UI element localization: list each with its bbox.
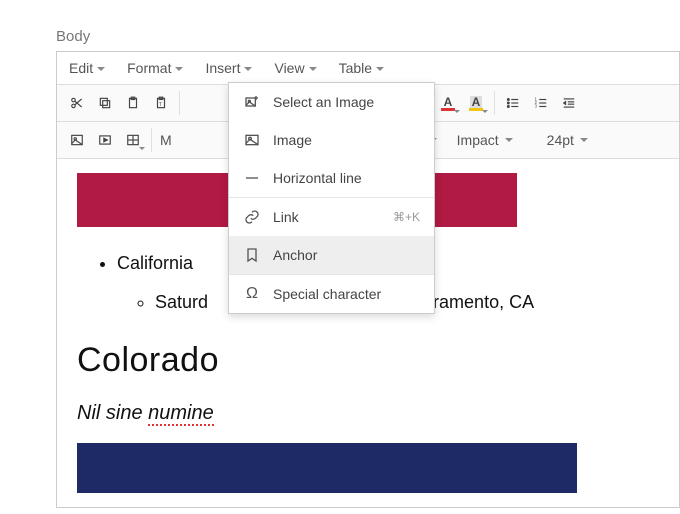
image-button[interactable]: [63, 126, 91, 154]
cut-button[interactable]: [63, 89, 91, 117]
motto-prefix: Nil sine: [77, 402, 148, 424]
list-item-text: California: [117, 253, 193, 273]
paste-text-button[interactable]: T: [147, 89, 175, 117]
menu-format-label: Format: [127, 60, 171, 76]
menu-view[interactable]: View: [262, 52, 326, 84]
clipboard-icon: [126, 96, 140, 110]
menu-insert[interactable]: Insert: [193, 52, 262, 84]
insert-dropdown: Select an Image Image Horizontal line Li…: [228, 82, 435, 314]
dd-special-char[interactable]: Ω Special character: [229, 275, 434, 313]
bullet-list-button[interactable]: [499, 89, 527, 117]
media-icon: [98, 133, 112, 147]
scissors-icon: [70, 96, 84, 110]
dd-label: Select an Image: [273, 94, 374, 110]
menu-view-label: View: [274, 60, 304, 76]
caret-down-icon: [309, 67, 317, 71]
font-family-label: Impact: [457, 132, 499, 148]
dd-shortcut: ⌘+K: [393, 210, 420, 224]
menu-format[interactable]: Format: [115, 52, 193, 84]
menubar: Edit Format Insert View Table: [57, 52, 679, 85]
motto-text[interactable]: Nil sine numine: [77, 397, 659, 429]
copy-button[interactable]: [91, 89, 119, 117]
number-list-icon: 123: [534, 96, 548, 110]
caret-down-icon: [244, 67, 252, 71]
m-label: M: [160, 132, 172, 148]
omega-icon: Ω: [243, 285, 261, 303]
list-item-text: Saturd: [155, 292, 208, 312]
dd-anchor[interactable]: Anchor: [229, 236, 434, 274]
dd-link[interactable]: Link ⌘+K: [229, 198, 434, 236]
font-size-label: 24pt: [547, 132, 574, 148]
m-button-partial[interactable]: M: [156, 132, 182, 148]
caret-down-icon: [505, 138, 513, 142]
dd-label: Anchor: [273, 247, 317, 263]
flag-blue-block: [77, 443, 577, 493]
dd-select-image[interactable]: Select an Image: [229, 83, 434, 121]
field-label: Body: [56, 28, 680, 45]
outdent-icon: [562, 96, 576, 110]
link-icon: [243, 208, 261, 226]
table-icon: [126, 133, 140, 147]
clipboard-text-icon: T: [154, 96, 168, 110]
dd-label: Special character: [273, 286, 381, 302]
menu-edit-label: Edit: [69, 60, 93, 76]
dd-horizontal-line[interactable]: Horizontal line: [229, 159, 434, 197]
image-icon: [243, 131, 261, 149]
svg-text:T: T: [159, 102, 163, 108]
dd-label: Horizontal line: [273, 170, 362, 186]
dd-label: Image: [273, 132, 312, 148]
text-color-button[interactable]: A: [434, 89, 462, 117]
table-button[interactable]: [119, 126, 147, 154]
svg-text:3: 3: [535, 104, 538, 109]
caret-down-icon: [175, 67, 183, 71]
number-list-button[interactable]: 123: [527, 89, 555, 117]
list-item-text: cramento, CA: [424, 292, 534, 312]
media-button[interactable]: [91, 126, 119, 154]
outdent-button[interactable]: [555, 89, 583, 117]
menu-edit[interactable]: Edit: [57, 52, 115, 84]
motto-misspelled: numine: [148, 402, 214, 426]
caret-down-icon: [580, 138, 588, 142]
background-color-button[interactable]: A: [462, 89, 490, 117]
anchor-icon: [243, 246, 261, 264]
toolbar-separator: [179, 91, 180, 115]
image-icon: [70, 133, 84, 147]
paste-button[interactable]: [119, 89, 147, 117]
bullet-list-icon: [506, 96, 520, 110]
toolbar-separator: [151, 128, 152, 152]
text-color-icon: A: [441, 96, 455, 111]
select-image-icon: [243, 93, 261, 111]
dd-image[interactable]: Image: [229, 121, 434, 159]
font-family-select[interactable]: Impact: [447, 132, 537, 148]
font-size-select[interactable]: 24pt: [537, 132, 617, 148]
hr-icon: [243, 169, 261, 187]
heading-colorado[interactable]: Colorado: [77, 333, 659, 387]
caret-down-icon: [376, 67, 384, 71]
caret-down-icon: [97, 67, 105, 71]
toolbar-separator: [494, 91, 495, 115]
menu-insert-label: Insert: [205, 60, 240, 76]
menu-table-label: Table: [339, 60, 372, 76]
copy-icon: [98, 96, 112, 110]
dd-label: Link: [273, 209, 299, 225]
menu-table[interactable]: Table: [327, 52, 394, 84]
background-color-icon: A: [469, 96, 483, 111]
